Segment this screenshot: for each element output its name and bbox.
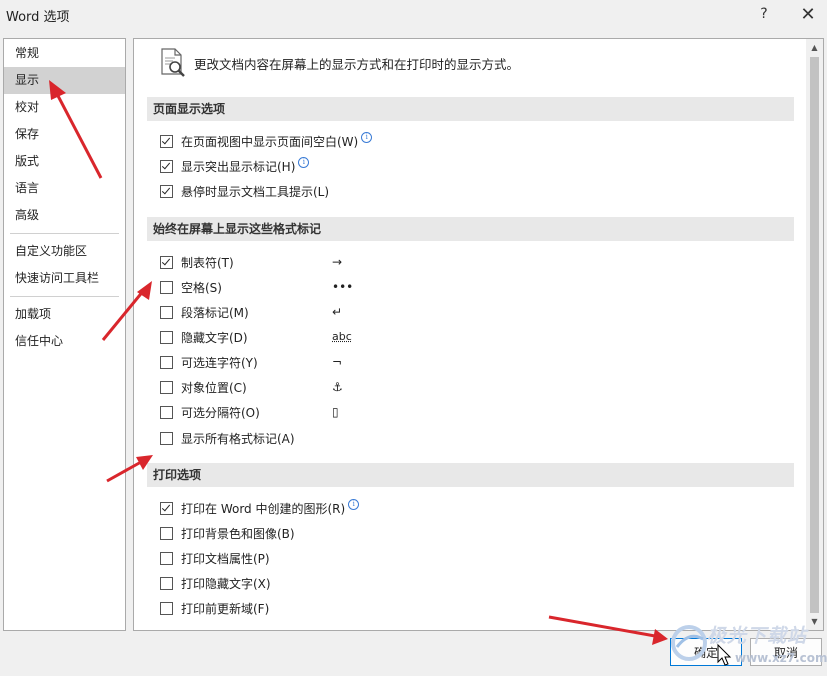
sidebar-item-customize-ribbon[interactable]: 自定义功能区 xyxy=(4,238,125,265)
option-label: 打印在 Word 中创建的图形(R) xyxy=(181,500,345,517)
option-label: 打印文档属性(P) xyxy=(181,550,270,567)
option-label: 显示所有格式标记(A) xyxy=(181,430,295,447)
info-icon[interactable]: i xyxy=(298,157,309,168)
help-button[interactable]: ? xyxy=(752,2,776,26)
option-tab-characters[interactable]: 制表符(T) → xyxy=(160,252,234,272)
intro-banner: 更改文档内容在屏幕上的显示方式和在打印时的显示方式。 xyxy=(160,47,519,79)
option-label: 打印背景色和图像(B) xyxy=(181,525,295,542)
info-icon[interactable]: i xyxy=(348,499,359,510)
option-label: 在页面视图中显示页面间空白(W) xyxy=(181,133,358,150)
anchor-icon: ⚓ xyxy=(332,377,343,397)
option-show-highlighter-marks[interactable]: 显示突出显示标记(H) i xyxy=(160,156,309,176)
options-content-panel: 更改文档内容在屏幕上的显示方式和在打印时的显示方式。 页面显示选项 在页面视图中… xyxy=(133,38,824,631)
info-icon[interactable]: i xyxy=(361,132,372,143)
section-header-print: 打印选项 xyxy=(147,463,794,487)
option-object-anchors[interactable]: 对象位置(C) ⚓ xyxy=(160,377,247,397)
checkbox[interactable] xyxy=(160,406,173,419)
option-show-tooltips[interactable]: 悬停时显示文档工具提示(L) xyxy=(160,181,329,201)
option-print-hidden-text[interactable]: 打印隐藏文字(X) xyxy=(160,573,271,593)
option-print-background[interactable]: 打印背景色和图像(B) xyxy=(160,523,295,543)
tab-arrow-icon: → xyxy=(332,252,342,272)
document-magnifier-icon xyxy=(160,48,186,78)
sidebar-divider xyxy=(10,233,119,234)
hidden-text-icon: abc xyxy=(332,327,352,347)
checkbox[interactable] xyxy=(160,281,173,294)
checkbox[interactable] xyxy=(160,552,173,565)
scroll-thumb[interactable] xyxy=(810,57,819,613)
window-title: Word 选项 xyxy=(6,6,70,25)
option-paragraph-marks[interactable]: 段落标记(M) ↵ xyxy=(160,302,249,322)
sidebar-item-display[interactable]: 显示 xyxy=(4,67,125,94)
paragraph-return-icon: ↵ xyxy=(332,302,342,322)
option-hidden-text[interactable]: 隐藏文字(D) abc xyxy=(160,327,248,347)
option-optional-hyphens[interactable]: 可选连字符(Y) ¬ xyxy=(160,352,258,372)
sidebar-item-add-ins[interactable]: 加载项 xyxy=(4,301,125,328)
option-label: 制表符(T) xyxy=(181,254,234,271)
section-header-format-marks: 始终在屏幕上显示这些格式标记 xyxy=(147,217,794,241)
ok-button[interactable]: 确定 xyxy=(670,638,742,666)
sidebar-item-general[interactable]: 常规 xyxy=(4,40,125,67)
checkbox[interactable] xyxy=(160,306,173,319)
sidebar-item-layout[interactable]: 版式 xyxy=(4,148,125,175)
checkbox[interactable] xyxy=(160,256,173,269)
space-dots-icon: ••• xyxy=(332,277,353,297)
close-button[interactable]: ✕ xyxy=(795,2,821,26)
option-print-properties[interactable]: 打印文档属性(P) xyxy=(160,548,270,568)
optional-break-icon: ▯ xyxy=(332,402,339,422)
option-optional-breaks[interactable]: 可选分隔符(O) ▯ xyxy=(160,402,260,422)
sidebar-item-language[interactable]: 语言 xyxy=(4,175,125,202)
checkbox[interactable] xyxy=(160,577,173,590)
scroll-down-icon[interactable]: ▼ xyxy=(806,613,823,630)
title-bar: Word 选项 ? ✕ xyxy=(0,0,827,30)
checkbox[interactable] xyxy=(160,331,173,344)
checkbox[interactable] xyxy=(160,527,173,540)
section-header-page-display: 页面显示选项 xyxy=(147,97,794,121)
option-print-drawings[interactable]: 打印在 Word 中创建的图形(R) i xyxy=(160,498,359,518)
checkbox[interactable] xyxy=(160,356,173,369)
checkbox[interactable] xyxy=(160,502,173,515)
option-label: 打印前更新域(F) xyxy=(181,600,269,617)
sidebar-item-quick-access-toolbar[interactable]: 快速访问工具栏 xyxy=(4,265,125,292)
option-label: 可选连字符(Y) xyxy=(181,354,258,371)
optional-hyphen-icon: ¬ xyxy=(332,352,342,372)
option-label: 可选分隔符(O) xyxy=(181,404,260,421)
option-label: 对象位置(C) xyxy=(181,379,247,396)
option-label: 显示突出显示标记(H) xyxy=(181,158,295,175)
intro-text: 更改文档内容在屏幕上的显示方式和在打印时的显示方式。 xyxy=(194,54,519,73)
checkbox[interactable] xyxy=(160,432,173,445)
category-sidebar: 常规 显示 校对 保存 版式 语言 高级 自定义功能区 快速访问工具栏 加载项 … xyxy=(3,38,126,631)
option-label: 悬停时显示文档工具提示(L) xyxy=(181,183,329,200)
sidebar-item-proofing[interactable]: 校对 xyxy=(4,94,125,121)
option-spaces[interactable]: 空格(S) ••• xyxy=(160,277,222,297)
sidebar-divider xyxy=(10,296,119,297)
checkbox[interactable] xyxy=(160,185,173,198)
sidebar-item-advanced[interactable]: 高级 xyxy=(4,202,125,229)
scroll-up-icon[interactable]: ▲ xyxy=(806,39,823,56)
checkbox[interactable] xyxy=(160,381,173,394)
option-label: 打印隐藏文字(X) xyxy=(181,575,271,592)
cancel-button[interactable]: 取消 xyxy=(750,638,822,666)
option-show-all-marks[interactable]: 显示所有格式标记(A) xyxy=(160,428,295,448)
checkbox[interactable] xyxy=(160,160,173,173)
sidebar-item-save[interactable]: 保存 xyxy=(4,121,125,148)
checkbox[interactable] xyxy=(160,135,173,148)
sidebar-item-trust-center[interactable]: 信任中心 xyxy=(4,328,125,355)
option-label: 隐藏文字(D) xyxy=(181,329,248,346)
vertical-scrollbar[interactable]: ▲ ▼ xyxy=(806,39,823,630)
option-label: 段落标记(M) xyxy=(181,304,249,321)
option-update-fields[interactable]: 打印前更新域(F) xyxy=(160,598,269,618)
checkbox[interactable] xyxy=(160,602,173,615)
option-label: 空格(S) xyxy=(181,279,222,296)
option-show-whitespace[interactable]: 在页面视图中显示页面间空白(W) i xyxy=(160,131,372,151)
